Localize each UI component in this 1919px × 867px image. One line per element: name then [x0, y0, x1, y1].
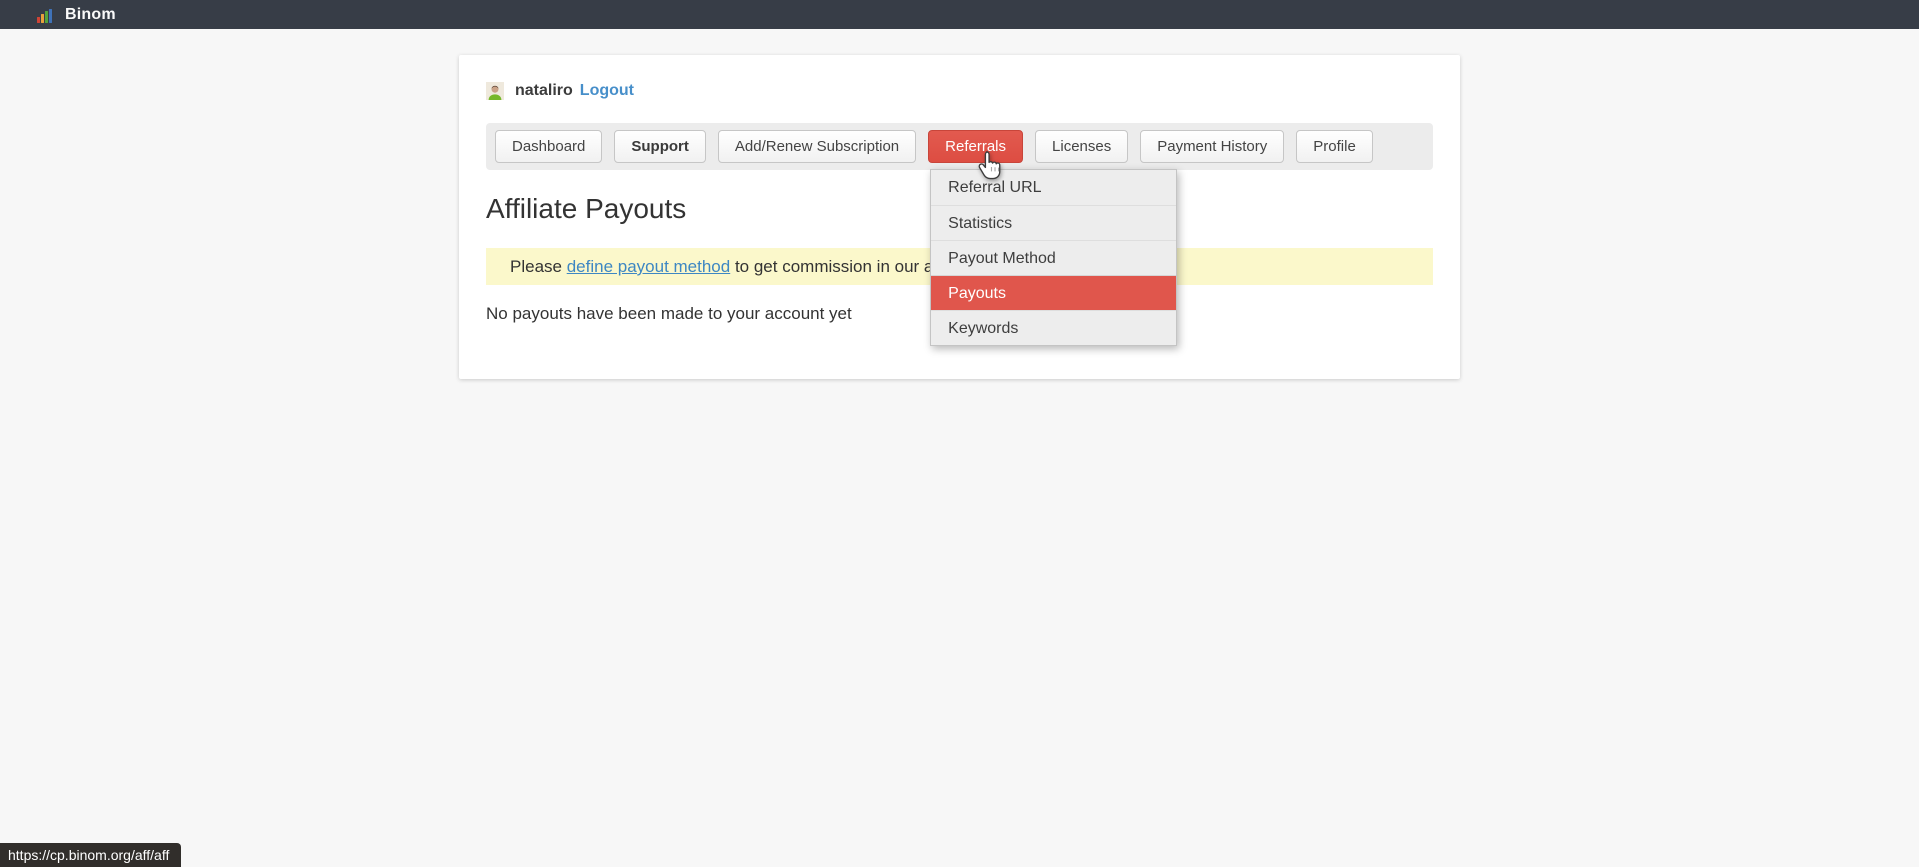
tab-referrals[interactable]: Referrals [928, 130, 1023, 163]
bar-chart-icon [37, 9, 53, 23]
main-nav: Dashboard Support Add/Renew Subscription… [486, 123, 1433, 170]
referrals-dropdown-menu: Referral URL Statistics Payout Method Pa… [930, 169, 1177, 346]
notice-text-suffix: to get commission in our affilia [730, 257, 963, 276]
tab-add-renew-subscription[interactable]: Add/Renew Subscription [718, 130, 916, 163]
dropdown-item-statistics[interactable]: Statistics [931, 205, 1176, 240]
define-payout-method-link[interactable]: define payout method [567, 257, 731, 276]
topbar: Binom [0, 0, 1919, 29]
brand-logo[interactable]: Binom [37, 6, 116, 24]
dropdown-item-payout-method[interactable]: Payout Method [931, 240, 1176, 275]
tab-profile[interactable]: Profile [1296, 130, 1373, 163]
tab-licenses[interactable]: Licenses [1035, 130, 1128, 163]
dropdown-item-payouts[interactable]: Payouts [931, 275, 1176, 310]
account-card: nataliro Logout Dashboard Support Add/Re… [459, 55, 1460, 379]
link-preview-statusbar: https://cp.binom.org/aff/aff [0, 843, 181, 867]
tab-support[interactable]: Support [614, 130, 706, 163]
person-icon [486, 82, 504, 100]
user-row: nataliro Logout [486, 82, 1433, 100]
notice-text-prefix: Please [510, 257, 567, 276]
username: nataliro [515, 82, 573, 100]
tab-payment-history[interactable]: Payment History [1140, 130, 1284, 163]
logout-link[interactable]: Logout [580, 82, 634, 100]
referrals-tab-wrap: Referrals Referral URL Statistics Payout… [928, 130, 1023, 163]
tab-dashboard[interactable]: Dashboard [495, 130, 602, 163]
brand-name: Binom [65, 6, 116, 24]
dropdown-item-keywords[interactable]: Keywords [931, 310, 1176, 345]
dropdown-item-referral-url[interactable]: Referral URL [931, 170, 1176, 205]
